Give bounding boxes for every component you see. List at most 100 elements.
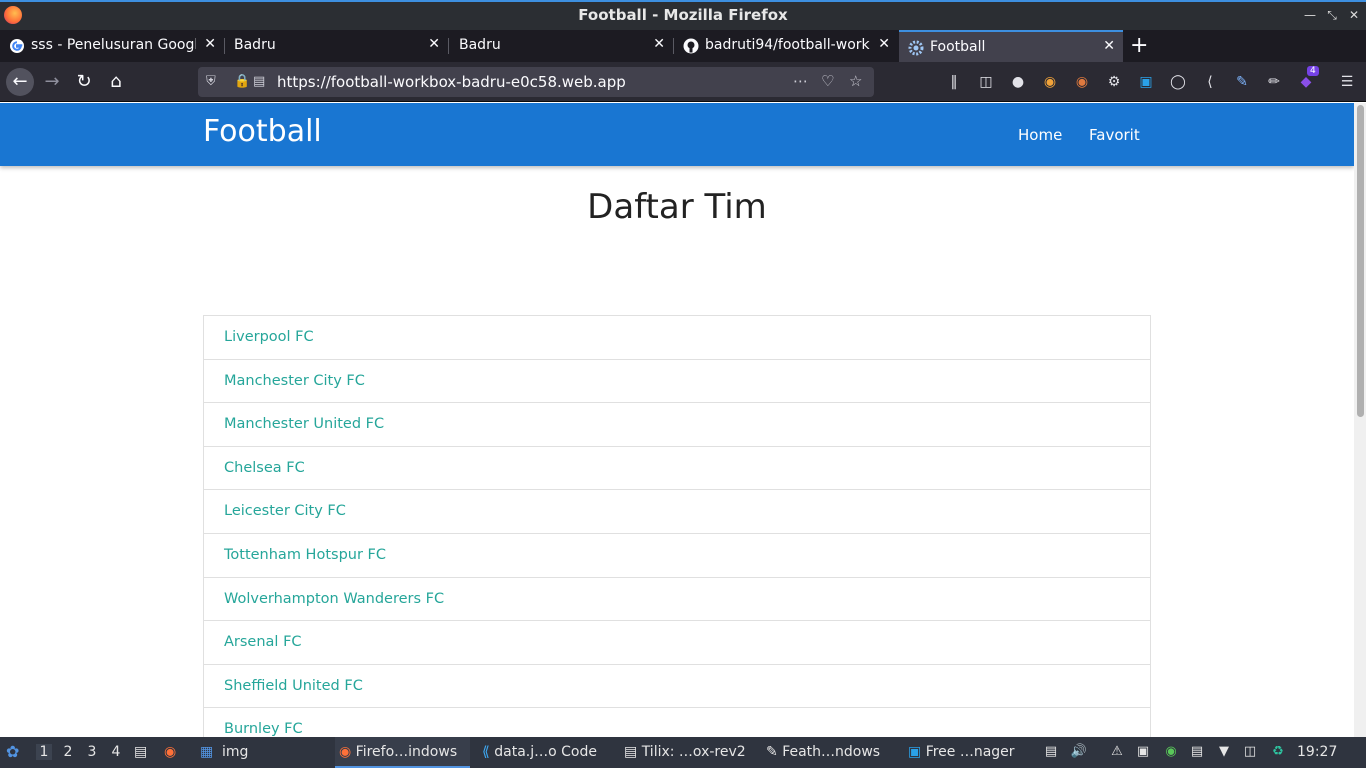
gear-icon: [908, 40, 924, 56]
list-item[interactable]: Manchester City FC: [204, 360, 1150, 404]
task-feather[interactable]: ✎ Feath…ndows: [762, 737, 897, 768]
close-window-icon[interactable]: ✕: [1347, 8, 1361, 22]
tab-label: badruti94/football-workbox: [705, 37, 870, 53]
minimize-icon[interactable]: —: [1303, 8, 1317, 22]
network-icon[interactable]: ◫: [1241, 744, 1259, 762]
extension-globe-icon[interactable]: ◯: [1168, 72, 1188, 92]
hamburger-menu-icon[interactable]: ☰: [1337, 72, 1357, 92]
desktop-taskbar: ✿ 1 2 3 4 ▤ ◉ ▦ img ◉ Firefo…indows ⟪ da…: [0, 737, 1366, 768]
folder-label[interactable]: img: [222, 744, 248, 760]
notification-icon[interactable]: ⚠: [1108, 744, 1126, 762]
list-item[interactable]: Manchester United FC: [204, 403, 1150, 447]
sidebar-icon[interactable]: ◫: [976, 72, 996, 92]
tab-google-search[interactable]: sss - Penelusuran Google ✕: [0, 30, 224, 62]
list-item[interactable]: Tottenham Hotspur FC: [204, 534, 1150, 578]
vscode-icon: ⟪: [482, 744, 490, 760]
extension-code-icon[interactable]: ⟨: [1200, 72, 1220, 92]
tab-github[interactable]: badruti94/football-workbox ✕: [674, 30, 898, 62]
tab-badru-1[interactable]: Badru ✕: [224, 30, 448, 62]
account-icon[interactable]: ●: [1008, 72, 1028, 92]
close-icon[interactable]: ✕: [428, 36, 440, 52]
extension-owl-icon[interactable]: ◉: [1040, 72, 1060, 92]
google-icon: [10, 39, 24, 53]
window-title: Football - Mozilla Firefox: [578, 6, 788, 24]
task-free-manager[interactable]: ▣ Free …nager: [904, 737, 1034, 768]
forward-arrow-icon[interactable]: →: [38, 68, 66, 96]
task-label: data.j…o Code: [494, 744, 597, 760]
nav-link-home[interactable]: Home: [1018, 126, 1062, 144]
workspace-4[interactable]: 4: [108, 744, 124, 760]
library-icon[interactable]: ‖: [944, 72, 964, 92]
start-menu-icon[interactable]: ✿: [6, 742, 19, 761]
url-text[interactable]: https://football-workbox-badru-e0c58.web…: [277, 73, 626, 91]
close-icon[interactable]: ✕: [878, 36, 890, 52]
tab-badru-2[interactable]: Badru ✕: [449, 30, 673, 62]
tab-strip: sss - Penelusuran Google ✕ Badru ✕ Badru…: [0, 30, 1366, 62]
terminal-icon: ▤: [624, 744, 638, 760]
keyboard-layout-icon[interactable]: ▤: [1042, 744, 1060, 762]
scrollbar-thumb[interactable]: [1357, 105, 1364, 417]
url-bar[interactable]: ⛨ 🔒 ▤ https://football-workbox-badru-e0c…: [198, 67, 874, 97]
task-label: Firefo…indows: [355, 744, 458, 760]
back-arrow-icon[interactable]: ←: [6, 68, 34, 96]
list-item[interactable]: Sheffield United FC: [204, 665, 1150, 709]
sync-icon[interactable]: ♻: [1269, 744, 1287, 762]
window-titlebar: Football - Mozilla Firefox — ⤡ ✕: [0, 0, 1366, 30]
home-icon[interactable]: ⌂: [102, 68, 130, 96]
extension-screenshot-icon[interactable]: ▣: [1136, 72, 1156, 92]
list-item[interactable]: Wolverhampton Wanderers FC: [204, 578, 1150, 622]
extension-eyedropper-icon[interactable]: ✎: [1232, 72, 1252, 92]
page-actions-icon[interactable]: ⋯: [793, 72, 808, 90]
task-tilix[interactable]: ▤ Tilix: …ox-rev2: [620, 737, 755, 768]
lock-icon[interactable]: 🔒: [234, 74, 250, 89]
pocket-icon[interactable]: ♡: [821, 72, 834, 90]
brand-logo[interactable]: Football: [203, 114, 322, 149]
extension-sync-icon[interactable]: ⚙: [1104, 72, 1124, 92]
folder-icon[interactable]: ▦: [200, 744, 213, 760]
task-label: Free …nager: [925, 744, 1015, 760]
tab-football[interactable]: Football ✕: [899, 30, 1123, 62]
close-icon[interactable]: ✕: [653, 36, 665, 52]
clock[interactable]: 19:27: [1297, 744, 1337, 760]
extension-pen-icon[interactable]: ✏: [1264, 72, 1284, 92]
task-label: Tilix: …ox-rev2: [641, 744, 746, 760]
status-circle-icon[interactable]: ◉: [1162, 744, 1180, 762]
permissions-icon[interactable]: ▤: [253, 74, 265, 89]
list-item[interactable]: Burnley FC: [204, 708, 1150, 737]
workspace-3[interactable]: 3: [84, 744, 100, 760]
close-icon[interactable]: ✕: [1103, 38, 1115, 54]
firefox-launcher-icon[interactable]: ◉: [164, 744, 176, 760]
tab-label: Badru: [459, 37, 501, 53]
page-title: Daftar Tim: [587, 187, 767, 227]
list-item[interactable]: Leicester City FC: [204, 490, 1150, 534]
list-item[interactable]: Liverpool FC: [204, 316, 1150, 360]
volume-icon[interactable]: 🔊: [1070, 744, 1088, 762]
maximize-icon[interactable]: ⤡: [1325, 8, 1339, 23]
nav-link-favorit[interactable]: Favorit: [1089, 126, 1140, 144]
tab-label: sss - Penelusuran Google: [31, 37, 196, 53]
task-firefox[interactable]: ◉ Firefo…indows: [335, 737, 470, 768]
task-vscode[interactable]: ⟪ data.j…o Code: [478, 737, 613, 768]
tab-label: Football: [930, 39, 986, 55]
close-icon[interactable]: ✕: [204, 36, 216, 52]
page-scrollbar[interactable]: [1354, 103, 1366, 737]
list-item[interactable]: Arsenal FC: [204, 621, 1150, 665]
file-manager-launcher-icon[interactable]: ▤: [134, 744, 147, 760]
navigation-toolbar: ← → ↻ ⌂ ⛨ 🔒 ▤ https://football-workbox-b…: [0, 62, 1366, 102]
workspace-1[interactable]: 1: [36, 744, 52, 760]
page-content: Football Home Favorit Daftar Tim Liverpo…: [0, 103, 1354, 737]
list-item[interactable]: Chelsea FC: [204, 447, 1150, 491]
bookmark-star-icon[interactable]: ☆: [849, 72, 862, 90]
task-label: Feath…ndows: [782, 744, 881, 760]
firefox-icon: ◉: [339, 744, 352, 760]
workspace-2[interactable]: 2: [60, 744, 76, 760]
display-icon[interactable]: ▣: [1134, 744, 1152, 762]
extension-palette-icon[interactable]: ◉: [1072, 72, 1092, 92]
new-tab-plus-icon[interactable]: +: [1130, 33, 1148, 58]
reload-icon[interactable]: ↻: [70, 68, 98, 96]
feather-icon: ✎: [766, 744, 778, 760]
shield-icon[interactable]: ⛨: [206, 74, 216, 89]
wifi-icon[interactable]: ▼: [1215, 744, 1233, 762]
clipboard-icon[interactable]: ▤: [1188, 744, 1206, 762]
site-header: Football Home Favorit: [0, 103, 1354, 166]
